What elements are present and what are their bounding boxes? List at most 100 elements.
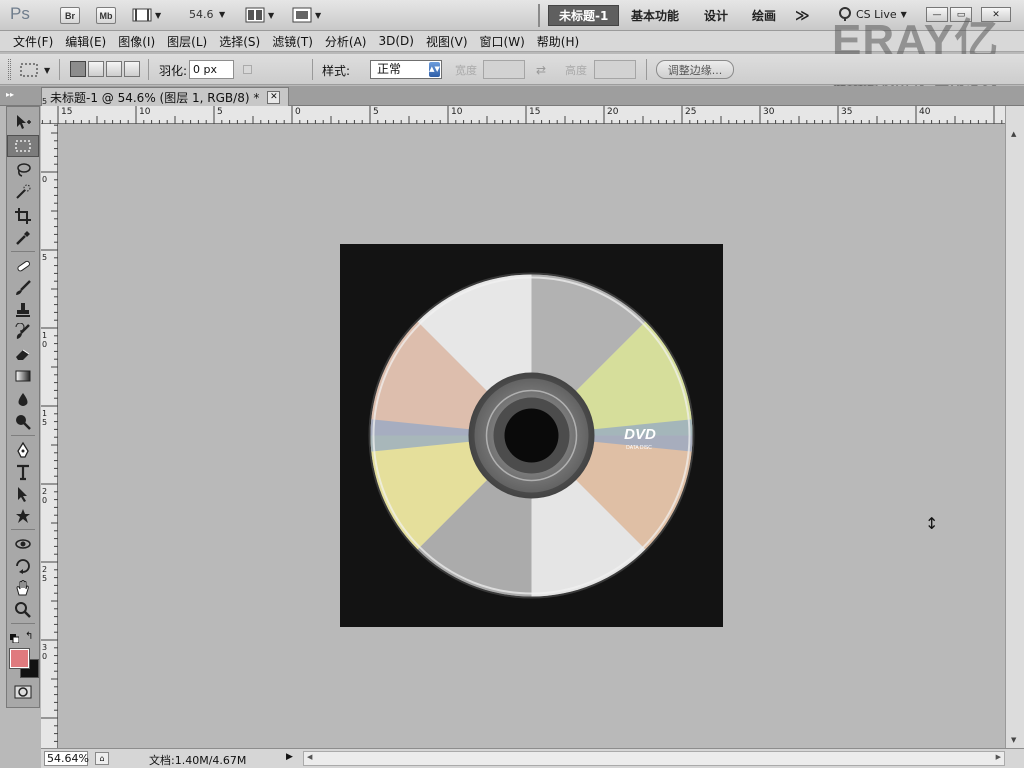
toolbox-divider (11, 435, 35, 436)
subtract-from-selection-button[interactable] (106, 61, 122, 77)
menu-window[interactable]: 窗口(W) (480, 33, 525, 50)
anti-alias-label (256, 60, 304, 79)
tab-design-workspace[interactable]: 设计 (694, 5, 738, 26)
minibridge-button[interactable]: Mb (96, 7, 116, 24)
swap-icon[interactable]: ⇄ (536, 63, 546, 77)
3d-rotate-tool-icon[interactable] (7, 533, 39, 555)
status-menu-arrow-icon[interactable]: ▶ (286, 752, 297, 765)
toolbox-divider (11, 529, 35, 530)
quick-mask-icon[interactable] (14, 685, 32, 699)
anti-alias-checkbox[interactable] (243, 65, 252, 74)
pen-tool-icon[interactable] (7, 439, 39, 461)
rectangular-marquee-tool-icon[interactable] (7, 135, 39, 157)
screen-mode-dropdown[interactable]: ▼ (292, 6, 321, 24)
vruler-label: 25 (42, 565, 48, 583)
vruler-label: 10 (42, 331, 48, 349)
feather-input[interactable]: 0 px (189, 60, 234, 79)
close-button[interactable]: ✕ (981, 7, 1011, 22)
menu-3d[interactable]: 3D(D) (378, 34, 413, 48)
hand-tool-icon[interactable] (7, 577, 39, 599)
scroll-left-icon[interactable]: ◀ (307, 753, 312, 761)
height-input[interactable] (594, 60, 636, 79)
healing-brush-tool-icon[interactable] (7, 255, 39, 277)
zoom-tool-icon[interactable] (7, 599, 39, 621)
history-brush-tool-icon[interactable] (7, 321, 39, 343)
style-select[interactable]: 正常 ▲▼ (370, 60, 442, 79)
tool-preset-picker[interactable]: ▼ (18, 60, 50, 80)
cs-live-icon (839, 7, 851, 21)
hruler-label: 30 (763, 107, 775, 117)
zoom-level-field[interactable]: 54.6 (189, 8, 214, 21)
scroll-right-icon[interactable]: ▶ (996, 753, 1001, 761)
blur-tool-icon[interactable] (7, 389, 39, 411)
eraser-tool-icon[interactable] (7, 343, 39, 365)
application-bar: Ps Br Mb ▼ 54.6 ▼ ▼ ▼ 未标题-1 基本功能 设计 绘画 ≫… (0, 0, 1024, 31)
crop-tool-icon[interactable] (7, 205, 39, 227)
gradient-tool-icon[interactable] (7, 365, 39, 387)
scroll-up-icon[interactable]: ▲ (1011, 130, 1016, 138)
screen-mode-icon (292, 7, 312, 23)
more-workspaces-button[interactable]: ≫ (785, 5, 820, 26)
view-extras-dropdown[interactable]: ▼ (132, 6, 161, 24)
lasso-tool-icon[interactable] (7, 159, 39, 181)
swap-colors-icon[interactable]: ↰ (25, 631, 33, 642)
custom-shape-tool-icon[interactable] (7, 505, 39, 527)
cs-live-button[interactable]: CS Live ▼ (838, 7, 907, 21)
intersect-selection-button[interactable] (124, 61, 140, 77)
divider (538, 4, 540, 27)
move-tool-icon[interactable] (7, 111, 39, 133)
collapse-panel-icon[interactable]: ▸▸ (6, 90, 14, 99)
zoom-percentage-field[interactable]: 54.64% (44, 751, 89, 766)
path-selection-tool-icon[interactable] (7, 483, 39, 505)
hruler-label: 5 (373, 107, 379, 117)
dvd-logo-text: DVD (624, 426, 656, 443)
status-info-icon[interactable]: ⌂ (95, 752, 109, 765)
scroll-down-icon[interactable]: ▼ (1011, 736, 1016, 744)
eyedropper-tool-icon[interactable] (7, 227, 39, 249)
divider (148, 59, 149, 80)
hruler-label: 15 (61, 107, 73, 117)
document-tab[interactable]: 未标题-1 @ 54.6% (图层 1, RGB/8) * ✕ (41, 87, 290, 106)
clone-stamp-tool-icon[interactable] (7, 299, 39, 321)
brush-tool-icon[interactable] (7, 277, 39, 299)
resize-cursor-icon: ↕ (925, 514, 939, 533)
menu-analysis[interactable]: 分析(A) (325, 33, 367, 50)
default-colors-icon[interactable] (10, 632, 20, 644)
menu-image[interactable]: 图像(I) (118, 33, 155, 50)
restore-button[interactable]: ▭ (950, 7, 972, 22)
divider (646, 59, 647, 80)
close-tab-button[interactable]: ✕ (267, 90, 281, 104)
3d-orbit-tool-icon[interactable] (7, 555, 39, 577)
menu-edit[interactable]: 编辑(E) (65, 33, 106, 50)
quick-selection-tool-icon[interactable] (7, 181, 39, 203)
menu-view[interactable]: 视图(V) (426, 33, 468, 50)
hruler-label: 25 (685, 107, 697, 117)
dodge-tool-icon[interactable] (7, 411, 39, 433)
refine-edge-button[interactable]: 调整边缘... (656, 60, 734, 79)
arrange-documents-dropdown[interactable]: ▼ (245, 6, 274, 24)
horizontal-scrollbar[interactable]: ◀ ▶ (303, 751, 1005, 766)
menu-help[interactable]: 帮助(H) (537, 33, 579, 50)
menu-layer[interactable]: 图层(L) (167, 33, 207, 50)
hruler-label: 20 (607, 107, 619, 117)
new-selection-button[interactable] (70, 61, 86, 77)
width-input[interactable] (483, 60, 525, 79)
menu-file[interactable]: 文件(F) (13, 33, 53, 50)
tab-painting-workspace[interactable]: 绘画 (742, 5, 786, 26)
hruler-label: 5 (217, 107, 223, 117)
foreground-color-swatch[interactable] (9, 648, 30, 669)
minimize-button[interactable]: — (926, 7, 948, 22)
add-to-selection-button[interactable] (88, 61, 104, 77)
options-grip[interactable] (8, 59, 11, 80)
vruler-label: 20 (42, 487, 48, 505)
menu-select[interactable]: 选择(S) (219, 33, 260, 50)
menu-filter[interactable]: 滤镜(T) (272, 33, 313, 50)
tab-untitled-workspace[interactable]: 未标题-1 (548, 5, 620, 26)
tab-essentials-workspace[interactable]: 基本功能 (621, 5, 689, 26)
chevron-down-icon[interactable]: ▼ (219, 10, 225, 19)
vruler-label: 30 (42, 643, 48, 661)
document-canvas[interactable]: DVD DATA DISC (340, 244, 723, 627)
vertical-scrollbar[interactable]: ▲ ▼ (1005, 106, 1024, 748)
type-tool-icon[interactable] (7, 461, 39, 483)
bridge-button[interactable]: Br (60, 7, 80, 24)
